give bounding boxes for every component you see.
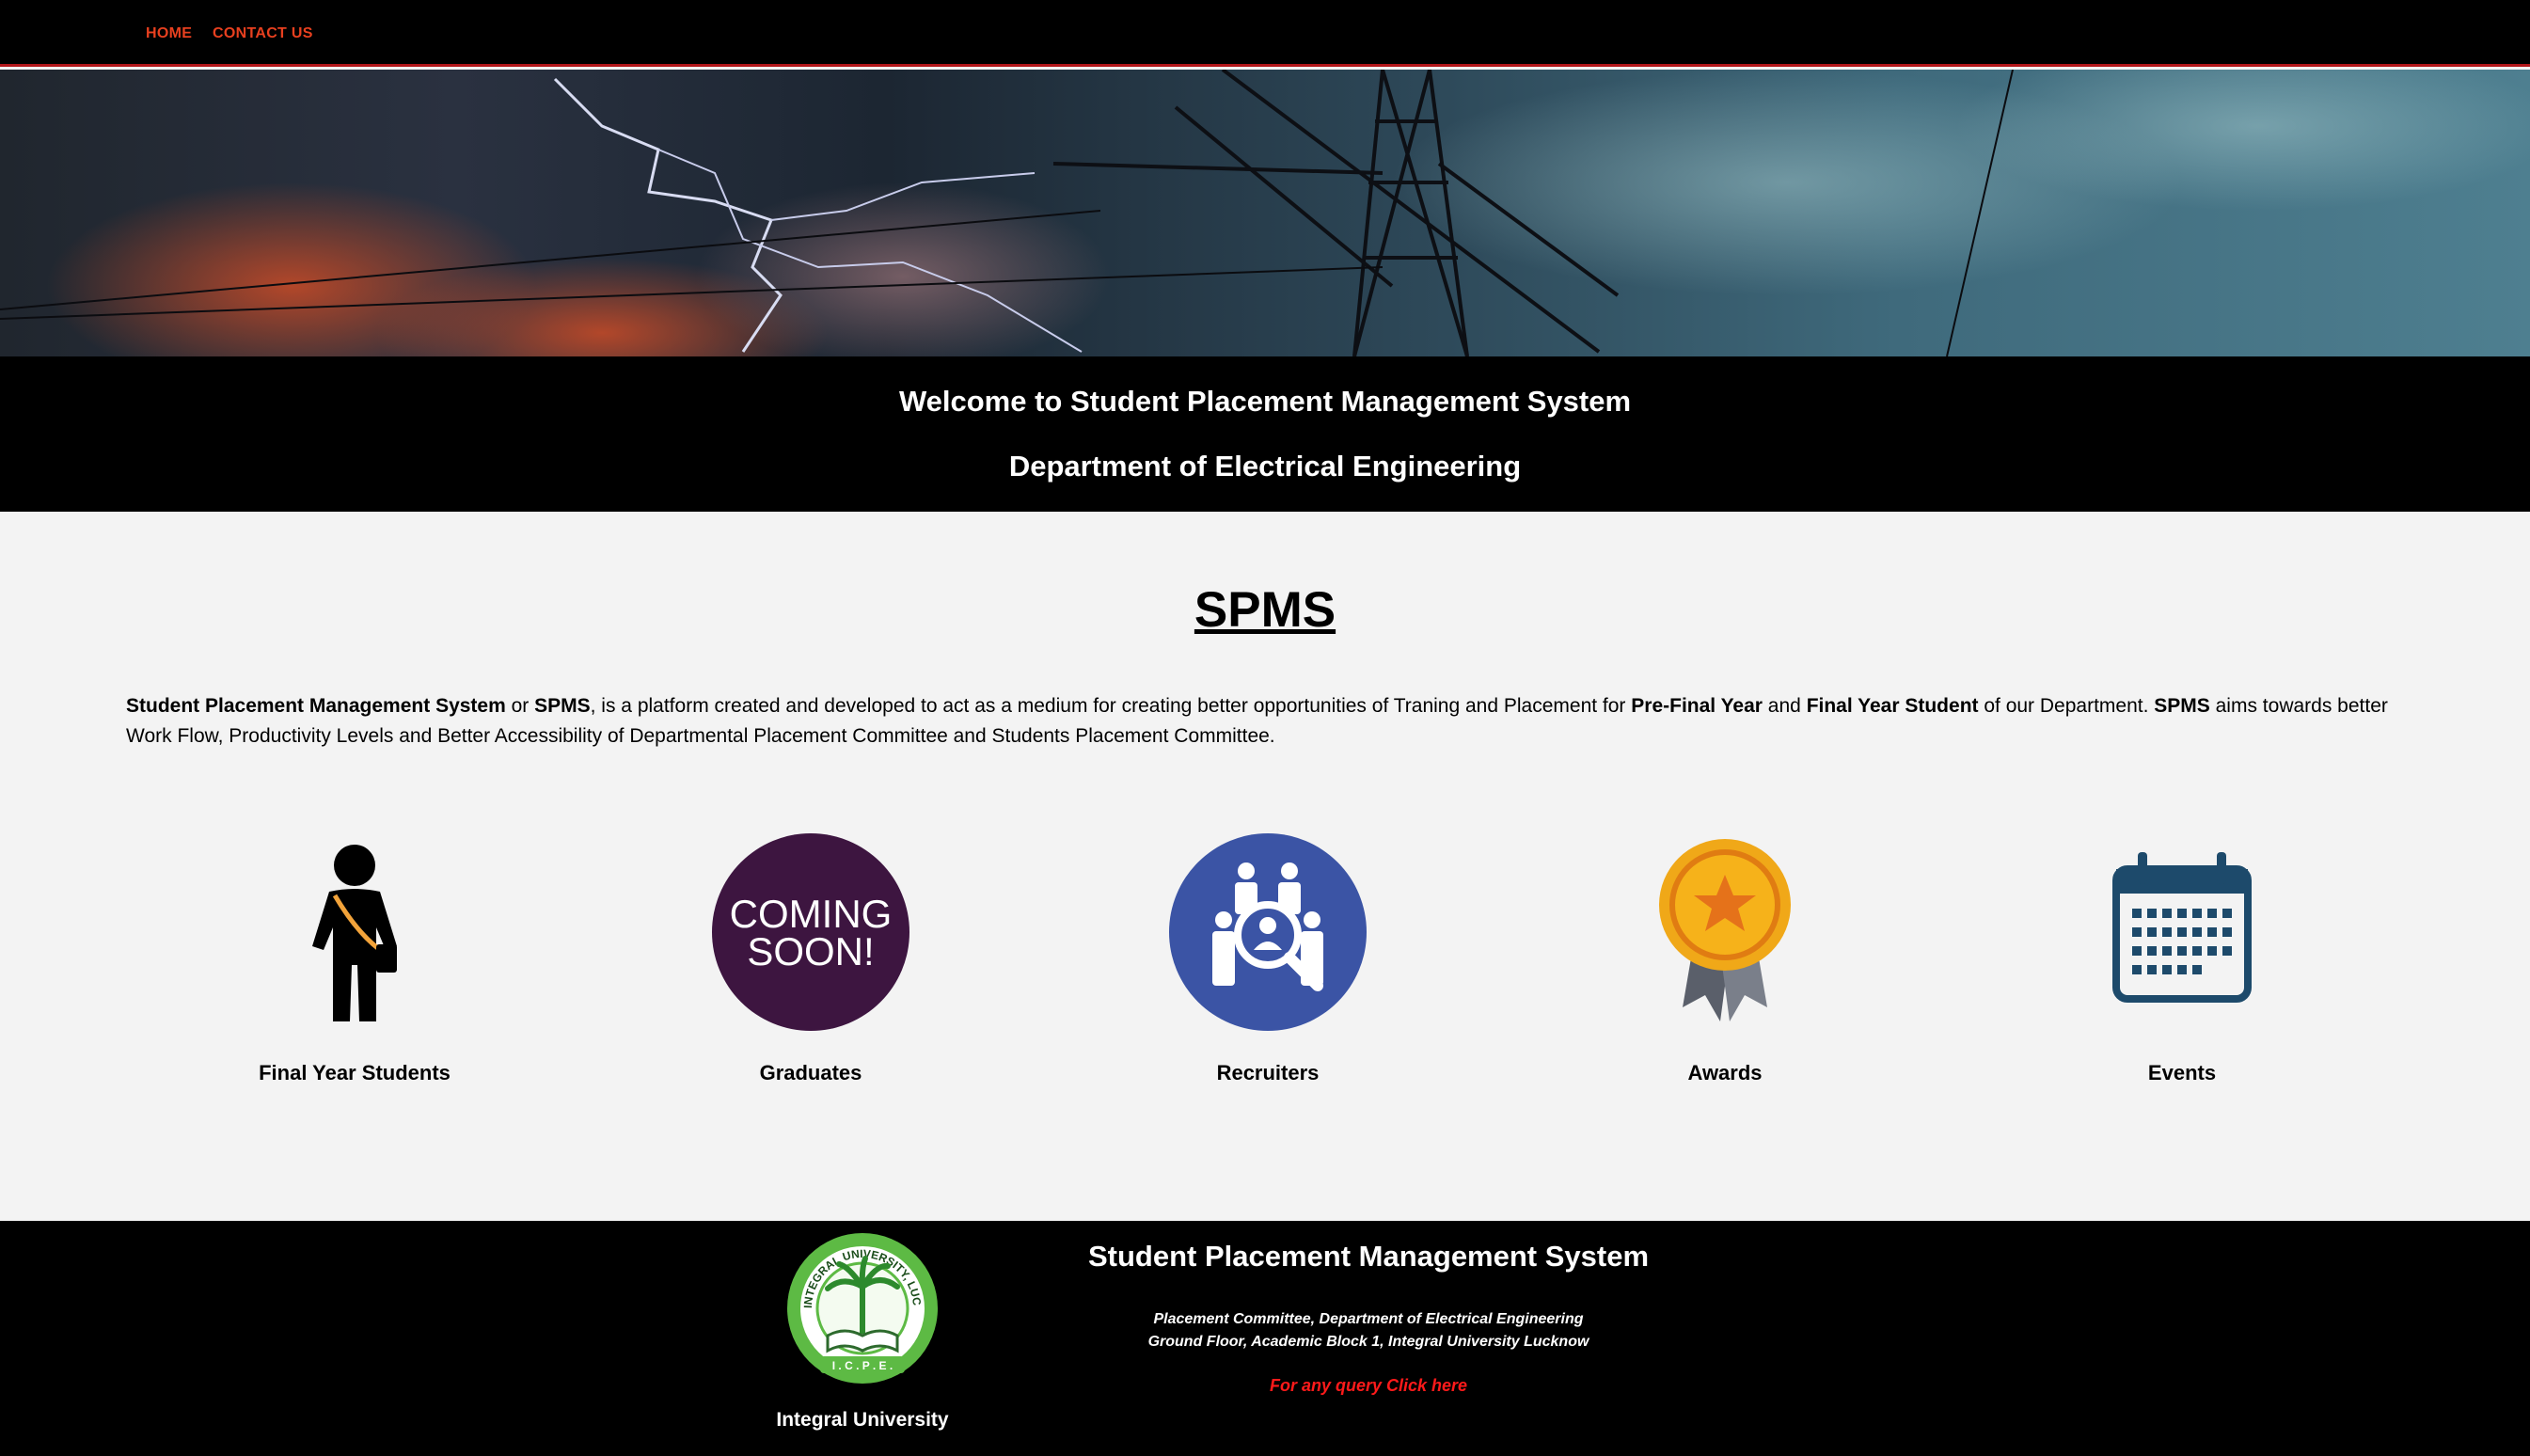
calendar-day-cell [2147, 909, 2157, 918]
card-label: Recruiters [1216, 1061, 1320, 1084]
welcome-banner: Welcome to Student Placement Management … [0, 356, 2530, 512]
intro-bold-3: SPMS [534, 695, 591, 717]
hero-banner-image [0, 70, 2530, 356]
intro-bold-7: Final Year Student [1806, 695, 1979, 717]
card-final-year-students[interactable]: Final Year Students [204, 833, 505, 1085]
calendar-day-cell [2147, 946, 2157, 956]
calendar-day-cell [2192, 965, 2202, 974]
welcome-heading: Welcome to Student Placement Management … [898, 385, 1632, 418]
coming-soon-line2: SOON! [747, 929, 874, 973]
intro-bold-1: Student Placement Management System [126, 695, 506, 717]
card-label: Final Year Students [259, 1061, 451, 1084]
calendar-day-cell [2132, 946, 2142, 956]
calendar-day-cell [2207, 946, 2217, 956]
footer-address-line1: Placement Committee, Department of Elect… [1153, 1311, 1584, 1327]
intro-text-8: of our Department. [1978, 695, 2155, 717]
card-graduates[interactable]: COMING SOON! Graduates [660, 833, 961, 1085]
card-events[interactable]: Events [2032, 833, 2332, 1085]
calendar-day-cell [2132, 909, 2142, 918]
calendar-icon[interactable] [2083, 833, 2281, 1031]
calendar-day-cell [2192, 946, 2202, 956]
calendar-day-cell [2162, 946, 2172, 956]
calendar-day-cell [2207, 927, 2217, 937]
logo-bottom-text: I . C . P . E . [832, 1359, 893, 1372]
calendar-day-cell [2132, 965, 2142, 974]
footer-title: Student Placement Management System [1087, 1240, 1650, 1273]
calendar-day-cell [2207, 909, 2217, 918]
intro-paragraph: Student Placement Management System or S… [126, 691, 2411, 752]
coming-soon-icon[interactable]: COMING SOON! [712, 833, 909, 1031]
calendar-day-cell [2222, 909, 2232, 918]
calendar-day-cell [2162, 927, 2172, 937]
calendar-day-cell [2192, 909, 2202, 918]
card-awards[interactable]: Awards [1574, 833, 1875, 1085]
calendar-day-cell [2177, 946, 2187, 956]
card-label: Awards [1687, 1061, 1763, 1084]
calendar-day-cell [2177, 927, 2187, 937]
university-logo: INTEGRAL UNIVERSITY, LUCKNOW I . C . P .… [781, 1222, 939, 1385]
calendar-day-cell [2132, 927, 2142, 937]
calendar-day-cell [2177, 909, 2187, 918]
intro-bold-5: Pre-Final Year [1631, 695, 1763, 717]
calendar-day-cell [2162, 909, 2172, 918]
footer: INTEGRAL UNIVERSITY, LUCKNOW I . C . P .… [0, 1221, 2530, 1456]
calendar-day-cell [2222, 946, 2232, 956]
spms-title: SPMS [1194, 582, 1336, 638]
card-label: Events [2147, 1061, 2217, 1084]
nav-home-link[interactable]: HOME [146, 25, 192, 42]
department-heading: Department of Electrical Engineering [1008, 450, 1522, 483]
top-navbar: HOME CONTACT US [0, 0, 2530, 67]
intro-text-6: and [1762, 695, 1807, 717]
university-name: Integral University [776, 1409, 949, 1431]
calendar-day-cell [2147, 927, 2157, 937]
nav-contact-link[interactable]: CONTACT US [213, 25, 313, 42]
footer-address-line2: Ground Floor, Academic Block 1, Integral… [1147, 1334, 1589, 1350]
card-label: Graduates [759, 1061, 862, 1084]
calendar-day-cell [2222, 927, 2232, 937]
recruiters-icon[interactable] [1169, 833, 1367, 1031]
calendar-day-cell [2192, 927, 2202, 937]
calendar-day-cell [2162, 965, 2172, 974]
intro-bold-9: SPMS [2154, 695, 2210, 717]
intro-text-2: or [505, 695, 535, 717]
award-medal-icon[interactable] [1626, 833, 1824, 1031]
query-link[interactable]: For any query Click here [1016, 1376, 1721, 1396]
card-recruiters[interactable]: Recruiters [1117, 833, 1418, 1085]
calendar-day-cell [2177, 965, 2187, 974]
student-icon[interactable] [256, 833, 453, 1031]
calendar-day-cell [2147, 965, 2157, 974]
intro-text-4: , is a platform created and developed to… [590, 695, 1632, 717]
